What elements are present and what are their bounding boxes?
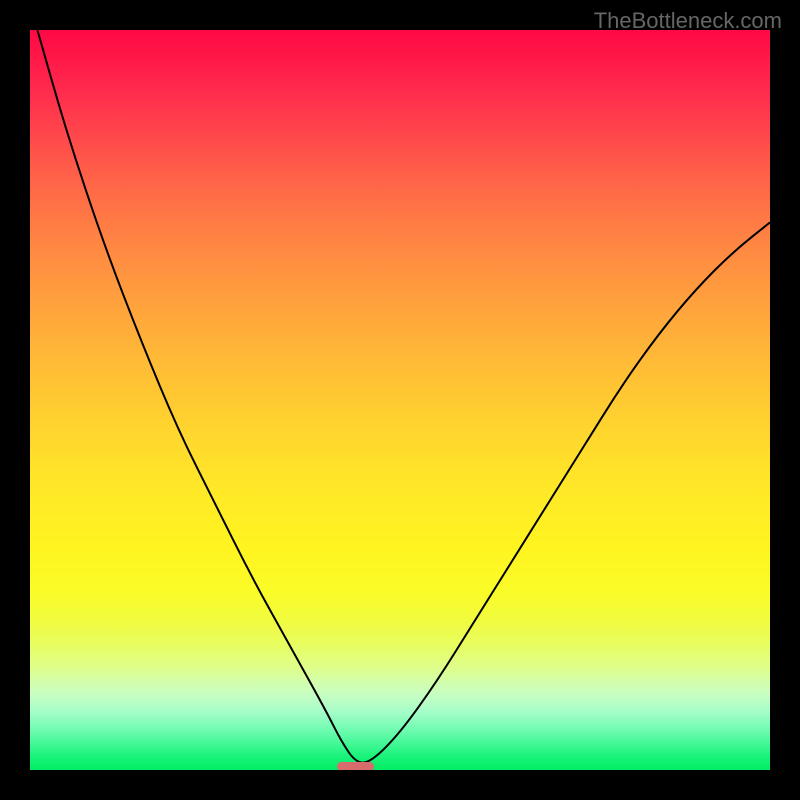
chart-container bbox=[30, 30, 770, 770]
bottleneck-curve bbox=[30, 30, 770, 770]
watermark-text: TheBottleneck.com bbox=[594, 8, 782, 34]
optimal-marker bbox=[337, 762, 374, 770]
